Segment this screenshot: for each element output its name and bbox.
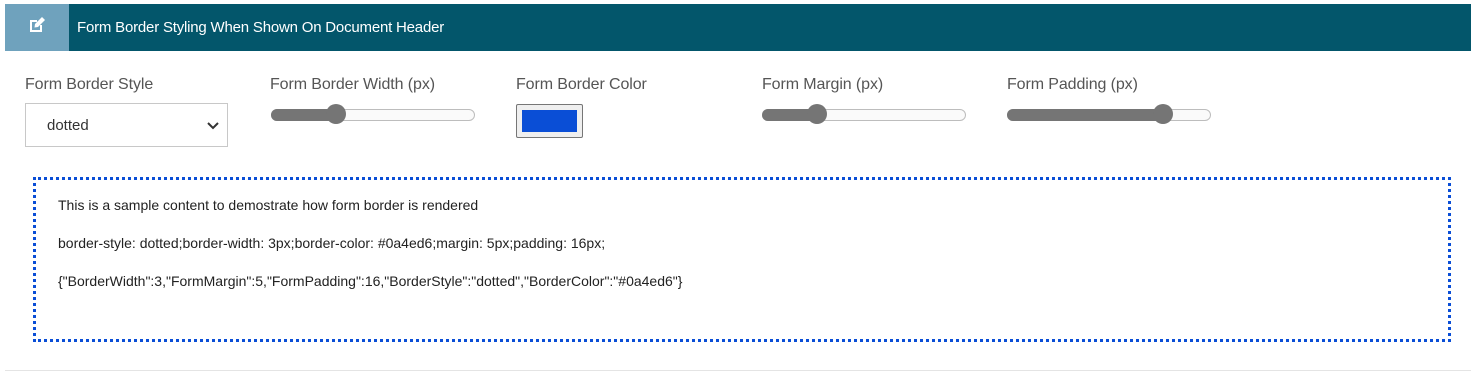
form-border-preview: This is a sample content to demostrate h… xyxy=(33,177,1451,342)
padding-label: Form Padding (px) xyxy=(1007,76,1138,93)
border-width-label: Form Border Width (px) xyxy=(270,76,435,93)
panel-title: Form Border Styling When Shown On Docume… xyxy=(77,19,445,36)
preview-json-text: {"BorderWidth":3,"FormMargin":5,"FormPad… xyxy=(58,273,683,289)
preview-css-text: border-style: dotted;border-width: 3px;b… xyxy=(58,235,606,251)
margin-slider[interactable] xyxy=(762,104,966,124)
preview-sample-text: This is a sample content to demostrate h… xyxy=(58,197,479,213)
border-style-select[interactable]: dotted xyxy=(25,103,228,147)
header-icon-box xyxy=(5,4,69,51)
border-color-picker[interactable] xyxy=(516,104,583,138)
border-style-label: Form Border Style xyxy=(25,76,154,93)
edit-icon xyxy=(28,16,46,39)
form-border-panel: Form Border Styling When Shown On Docume… xyxy=(5,4,1471,371)
padding-slider[interactable] xyxy=(1007,104,1211,124)
slider-thumb[interactable] xyxy=(807,104,827,124)
border-width-slider[interactable] xyxy=(271,104,475,124)
border-style-value: dotted xyxy=(47,116,89,134)
margin-label: Form Margin (px) xyxy=(762,76,884,93)
color-swatch xyxy=(522,110,577,132)
slider-thumb[interactable] xyxy=(1153,104,1173,124)
slider-thumb[interactable] xyxy=(326,104,346,124)
panel-header: Form Border Styling When Shown On Docume… xyxy=(5,4,1471,51)
chevron-down-icon xyxy=(207,117,219,134)
border-color-label: Form Border Color xyxy=(516,76,647,93)
slider-fill xyxy=(1007,109,1163,121)
